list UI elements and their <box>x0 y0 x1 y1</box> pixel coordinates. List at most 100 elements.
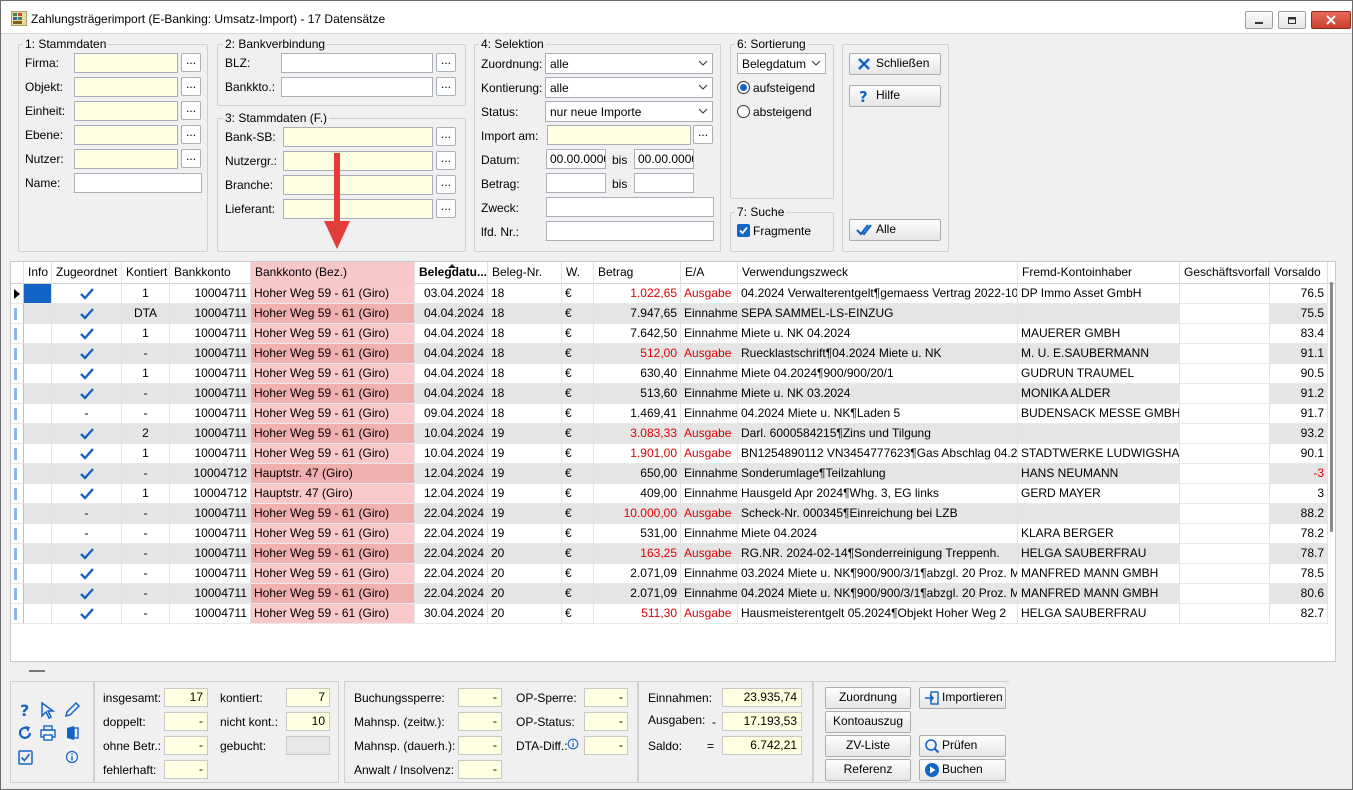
datum-from-input[interactable]: 00.00.0000 <box>546 149 606 169</box>
info-cell[interactable] <box>24 384 52 404</box>
beleg-nr-cell[interactable]: 18 <box>488 404 562 424</box>
bankkonto-cell[interactable]: 10004711 <box>170 344 251 364</box>
bankkonto-cell[interactable]: 10004711 <box>170 284 251 304</box>
betrag-cell[interactable]: 2.071,09 <box>594 584 681 604</box>
row-indicator[interactable] <box>11 304 24 324</box>
fremd-kontoinhaber-cell[interactable]: M. U. E.SAUBERMANN <box>1018 344 1180 364</box>
column-header-bankkonto-bez[interactable]: Bankkonto (Bez.) <box>251 262 415 284</box>
ea-cell[interactable]: Einnahme <box>681 464 738 484</box>
name-input[interactable] <box>74 173 202 193</box>
betrag-cell[interactable]: 630,40 <box>594 364 681 384</box>
fremd-kontoinhaber-cell[interactable]: HELGA SAUBERFRAU <box>1018 604 1180 624</box>
vorsaldo-cell[interactable]: 82.7 <box>1270 604 1328 624</box>
waehrung-cell[interactable]: € <box>562 344 594 364</box>
belegdatum-cell[interactable]: 04.04.2024 <box>415 384 488 404</box>
row-indicator[interactable] <box>11 344 24 364</box>
kontiert-cell[interactable]: - <box>122 404 170 424</box>
betrag-cell[interactable]: 163,25 <box>594 544 681 564</box>
edit-pencil-icon[interactable] <box>63 701 81 719</box>
bankkonto-bez-cell[interactable]: Hoher Weg 59 - 61 (Giro) <box>251 284 415 304</box>
table-row[interactable]: - -10004711 Hoher Weg 59 - 61 (Giro) 22.04.… <box>11 504 1335 524</box>
belegdatum-cell[interactable]: 04.04.2024 <box>415 364 488 384</box>
vorsaldo-cell[interactable]: 78.5 <box>1270 564 1328 584</box>
row-indicator[interactable] <box>11 424 24 444</box>
minimize-button[interactable] <box>1245 11 1273 29</box>
firma-input[interactable] <box>74 53 178 73</box>
bankkonto-cell[interactable]: 10004711 <box>170 324 251 344</box>
geschaeftsvorfall-cell[interactable] <box>1180 344 1270 364</box>
vorsaldo-cell[interactable]: -3 <box>1270 464 1328 484</box>
ea-cell[interactable]: Einnahme <box>681 404 738 424</box>
ea-cell[interactable]: Ausgabe <box>681 604 738 624</box>
kontiert-cell[interactable]: - <box>122 464 170 484</box>
zugeordnet-cell[interactable] <box>52 324 122 344</box>
zv-liste-button[interactable]: ZV-Liste <box>825 735 911 757</box>
maximize-button[interactable] <box>1278 11 1306 29</box>
geschaeftsvorfall-cell[interactable] <box>1180 604 1270 624</box>
kontiert-cell[interactable]: 1 <box>122 444 170 464</box>
betrag-cell[interactable]: 531,00 <box>594 524 681 544</box>
kontiert-cell[interactable]: - <box>122 384 170 404</box>
beleg-nr-cell[interactable]: 19 <box>488 504 562 524</box>
bankkonto-bez-cell[interactable]: Hoher Weg 59 - 61 (Giro) <box>251 544 415 564</box>
fremd-kontoinhaber-cell[interactable]: MANFRED MANN GMBH <box>1018 564 1180 584</box>
vorsaldo-cell[interactable]: 93.2 <box>1270 424 1328 444</box>
zugeordnet-cell[interactable] <box>52 604 122 624</box>
table-row[interactable]: 1 10004711 Hoher Weg 59 - 61 (Giro) 10.04.2… <box>11 444 1335 464</box>
verwendungszweck-cell[interactable]: SEPA SAMMEL-LS-EINZUG <box>738 304 1018 324</box>
belegdatum-cell[interactable]: 22.04.2024 <box>415 564 488 584</box>
geschaeftsvorfall-cell[interactable] <box>1180 424 1270 444</box>
kontiert-cell[interactable]: 1 <box>122 324 170 344</box>
kontiert-cell[interactable]: - <box>122 604 170 624</box>
waehrung-cell[interactable]: € <box>562 284 594 304</box>
kontierung-select[interactable]: alle <box>545 77 713 98</box>
row-indicator[interactable] <box>11 404 24 424</box>
bankkonto-bez-cell[interactable]: Hoher Weg 59 - 61 (Giro) <box>251 604 415 624</box>
office-icon[interactable] <box>63 724 81 742</box>
kontoauszug-button[interactable]: Kontoauszug <box>825 711 911 733</box>
fremd-kontoinhaber-cell[interactable]: HELGA SAUBERFRAU <box>1018 544 1180 564</box>
bankkto-input[interactable] <box>281 77 433 97</box>
waehrung-cell[interactable]: € <box>562 484 594 504</box>
ea-cell[interactable]: Ausgabe <box>681 544 738 564</box>
belegdatum-cell[interactable]: 10.04.2024 <box>415 444 488 464</box>
zugeordnet-cell[interactable] <box>52 444 122 464</box>
betrag-cell[interactable]: 7.947,65 <box>594 304 681 324</box>
ea-cell[interactable]: Ausgabe <box>681 284 738 304</box>
fremd-kontoinhaber-cell[interactable]: STADTWERKE LUDWIGSHAFEN <box>1018 444 1180 464</box>
table-row[interactable]: -10004711 Hoher Weg 59 - 61 (Giro) 22.04.2… <box>11 564 1335 584</box>
kontiert-cell[interactable]: - <box>122 544 170 564</box>
column-header-geschaeftsvorfall[interactable]: Geschäftsvorfall <box>1180 262 1270 284</box>
row-indicator[interactable] <box>11 564 24 584</box>
import-lookup-button[interactable]: ... <box>693 125 713 144</box>
zugeordnet-cell[interactable] <box>52 384 122 404</box>
bankkonto-bez-cell[interactable]: Hoher Weg 59 - 61 (Giro) <box>251 344 415 364</box>
nutzer-lookup-button[interactable]: ... <box>181 149 201 168</box>
belegdatum-cell[interactable]: 10.04.2024 <box>415 424 488 444</box>
table-row[interactable]: -10004711 Hoher Weg 59 - 61 (Giro) 30.04.2… <box>11 604 1335 624</box>
verwendungszweck-cell[interactable]: RG.NR. 2024-02-14¶Sonderreinigung Treppe… <box>738 544 1018 564</box>
belegdatum-cell[interactable]: 09.04.2024 <box>415 404 488 424</box>
geschaeftsvorfall-cell[interactable] <box>1180 404 1270 424</box>
waehrung-cell[interactable]: € <box>562 544 594 564</box>
info-cell[interactable] <box>24 404 52 424</box>
kontiert-cell[interactable]: 1 <box>122 284 170 304</box>
table-row[interactable]: 2 10004711 Hoher Weg 59 - 61 (Giro) 10.04.2… <box>11 424 1335 444</box>
ea-cell[interactable]: Einnahme <box>681 324 738 344</box>
info-cell[interactable] <box>24 584 52 604</box>
zugeordnet-cell[interactable] <box>52 544 122 564</box>
zuordnung-select[interactable]: alle <box>545 53 713 74</box>
belegdatum-cell[interactable]: 04.04.2024 <box>415 324 488 344</box>
geschaeftsvorfall-cell[interactable] <box>1180 584 1270 604</box>
help-icon[interactable]: ? <box>17 701 33 719</box>
fremd-kontoinhaber-cell[interactable] <box>1018 424 1180 444</box>
branche-input[interactable] <box>283 175 433 195</box>
bankkonto-cell[interactable]: 10004712 <box>170 484 251 504</box>
bankkonto-bez-cell[interactable]: Hauptstr. 47 (Giro) <box>251 464 415 484</box>
geschaeftsvorfall-cell[interactable] <box>1180 524 1270 544</box>
verwendungszweck-cell[interactable]: Miete 04.2024 <box>738 524 1018 544</box>
waehrung-cell[interactable]: € <box>562 584 594 604</box>
sort-asc-radio[interactable] <box>737 81 750 94</box>
table-row[interactable]: 1 10004712 Hauptstr. 47 (Giro) 12.04.2024 19… <box>11 484 1335 504</box>
column-header-betrag[interactable]: Betrag <box>594 262 681 284</box>
